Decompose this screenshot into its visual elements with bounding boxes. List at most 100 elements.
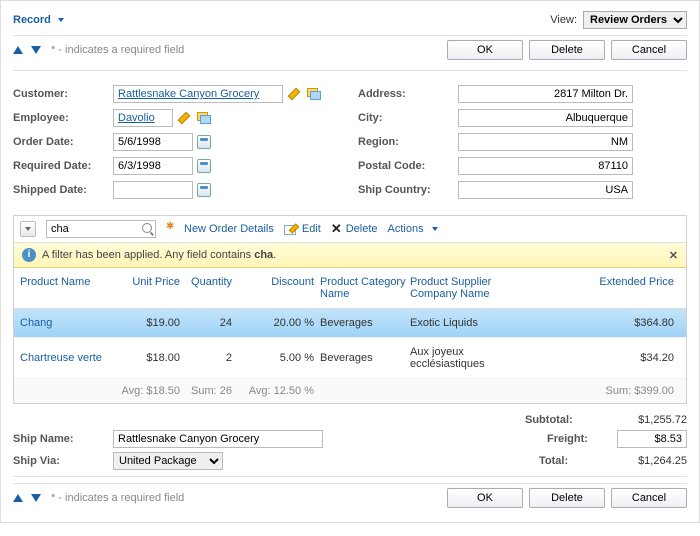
chevron-down-icon bbox=[432, 227, 438, 231]
cell-product[interactable]: Chartreuse verte bbox=[20, 352, 116, 364]
grid-delete-button[interactable]: ✕ Delete bbox=[331, 221, 378, 237]
grid-views-button[interactable] bbox=[20, 221, 36, 237]
footer-avg-price: Avg: $18.50 bbox=[116, 385, 180, 397]
shipvia-label: Ship Via: bbox=[13, 455, 113, 467]
cell-extprice: $34.20 bbox=[540, 352, 680, 364]
postal-label: Postal Code: bbox=[358, 160, 458, 172]
address-label: Address: bbox=[358, 88, 458, 100]
cell-quantity: 2 bbox=[180, 352, 232, 364]
cell-category: Beverages bbox=[314, 317, 410, 329]
toolbar-label: Delete bbox=[346, 223, 378, 235]
freight-label: Freight: bbox=[547, 433, 617, 445]
cell-discount: 5.00 % bbox=[232, 352, 314, 364]
close-icon[interactable]: ✕ bbox=[669, 249, 678, 262]
cell-unitprice: $19.00 bbox=[116, 317, 180, 329]
footer-sum-ext: Sum: $399.00 bbox=[540, 385, 680, 397]
orderdate-label: Order Date: bbox=[13, 136, 113, 148]
chevron-down-icon bbox=[25, 227, 31, 231]
cell-discount: 20.00 % bbox=[232, 317, 314, 329]
cancel-button[interactable]: Cancel bbox=[611, 488, 687, 508]
col-product[interactable]: Product Name bbox=[20, 276, 116, 300]
edit-button[interactable]: Edit bbox=[284, 222, 321, 236]
record-menu-label: Record bbox=[13, 14, 51, 26]
required-note: * - indicates a required field bbox=[51, 492, 184, 504]
total-value: $1,264.25 bbox=[609, 455, 687, 467]
customer-label: Customer: bbox=[13, 88, 113, 100]
ok-button[interactable]: OK bbox=[447, 40, 523, 60]
next-record-button[interactable] bbox=[31, 494, 41, 502]
table-row[interactable]: Chartreuse verte $18.00 2 5.00 % Beverag… bbox=[14, 338, 686, 379]
employee-label: Employee: bbox=[13, 112, 113, 124]
cell-product[interactable]: Chang bbox=[20, 317, 116, 329]
toolbar-label: New Order Details bbox=[184, 223, 274, 235]
cell-category: Beverages bbox=[314, 352, 410, 364]
address-field[interactable] bbox=[458, 85, 633, 103]
edit-icon bbox=[284, 222, 298, 236]
new-order-details-button[interactable]: New Order Details bbox=[166, 222, 274, 236]
view-label: View: bbox=[550, 14, 577, 26]
postal-field[interactable] bbox=[458, 157, 633, 175]
next-record-button[interactable] bbox=[31, 46, 41, 54]
customer-field[interactable] bbox=[113, 85, 283, 103]
order-details-grid: New Order Details Edit ✕ Delete Actions i… bbox=[13, 215, 687, 404]
subtotal-label: Subtotal: bbox=[525, 414, 595, 426]
search-input[interactable] bbox=[46, 220, 156, 238]
lookup-popup-icon[interactable] bbox=[197, 112, 211, 124]
total-label: Total: bbox=[539, 455, 609, 467]
col-unitprice[interactable]: Unit Price bbox=[116, 276, 180, 300]
col-quantity[interactable]: Quantity bbox=[180, 276, 232, 300]
filter-banner: i A filter has been applied. Any field c… bbox=[14, 243, 686, 268]
cell-extprice: $364.80 bbox=[540, 317, 680, 329]
grid-footer: Avg: $18.50 Sum: 26 Avg: 12.50 % Sum: $3… bbox=[14, 379, 686, 403]
footer-avg-disc: Avg: 12.50 % bbox=[232, 385, 314, 397]
col-category[interactable]: Product Category Name bbox=[314, 276, 410, 300]
country-field[interactable] bbox=[458, 181, 633, 199]
cell-unitprice: $18.00 bbox=[116, 352, 180, 364]
edit-lookup-icon[interactable] bbox=[287, 87, 301, 101]
delete-button[interactable]: Delete bbox=[529, 488, 605, 508]
requireddate-field[interactable] bbox=[113, 157, 193, 175]
search-icon[interactable] bbox=[142, 223, 152, 233]
cell-supplier: Aux joyeux ecclésiastiques bbox=[410, 346, 540, 370]
city-label: City: bbox=[358, 112, 458, 124]
info-icon: i bbox=[22, 248, 36, 262]
region-label: Region: bbox=[358, 136, 458, 148]
subtotal-value: $1,255.72 bbox=[609, 414, 687, 426]
table-row[interactable]: Chang $19.00 24 20.00 % Beverages Exotic… bbox=[14, 309, 686, 338]
region-field[interactable] bbox=[458, 133, 633, 151]
col-discount[interactable]: Discount bbox=[232, 276, 314, 300]
shippeddate-label: Shipped Date: bbox=[13, 184, 113, 196]
calendar-icon[interactable] bbox=[197, 183, 211, 197]
city-field[interactable] bbox=[458, 109, 633, 127]
edit-lookup-icon[interactable] bbox=[177, 111, 191, 125]
country-label: Ship Country: bbox=[358, 184, 458, 196]
delete-button[interactable]: Delete bbox=[529, 40, 605, 60]
shipvia-select[interactable]: United Package bbox=[113, 452, 223, 470]
toolbar-label: Edit bbox=[302, 223, 321, 235]
lookup-popup-icon[interactable] bbox=[307, 88, 321, 100]
freight-field[interactable] bbox=[617, 430, 687, 448]
chevron-down-icon bbox=[58, 18, 64, 22]
shipname-field[interactable] bbox=[113, 430, 323, 448]
view-select[interactable]: Review Orders bbox=[583, 11, 687, 29]
toolbar-label: Actions bbox=[388, 223, 424, 235]
calendar-icon[interactable] bbox=[197, 135, 211, 149]
delete-icon: ✕ bbox=[331, 221, 342, 237]
prev-record-button[interactable] bbox=[13, 46, 23, 54]
orderdate-field[interactable] bbox=[113, 133, 193, 151]
required-note: * - indicates a required field bbox=[51, 44, 184, 56]
actions-menu[interactable]: Actions bbox=[388, 223, 438, 235]
employee-field[interactable] bbox=[113, 109, 173, 127]
cell-quantity: 24 bbox=[180, 317, 232, 329]
footer-sum-qty: Sum: 26 bbox=[180, 385, 232, 397]
col-extprice[interactable]: Extended Price bbox=[540, 276, 680, 300]
col-supplier[interactable]: Product Supplier Company Name bbox=[410, 276, 540, 300]
shippeddate-field[interactable] bbox=[113, 181, 193, 199]
record-menu[interactable]: Record bbox=[13, 14, 64, 26]
cancel-button[interactable]: Cancel bbox=[611, 40, 687, 60]
calendar-icon[interactable] bbox=[197, 159, 211, 173]
cell-supplier: Exotic Liquids bbox=[410, 317, 540, 329]
prev-record-button[interactable] bbox=[13, 494, 23, 502]
filter-text: A filter has been applied. Any field con… bbox=[42, 249, 276, 261]
ok-button[interactable]: OK bbox=[447, 488, 523, 508]
